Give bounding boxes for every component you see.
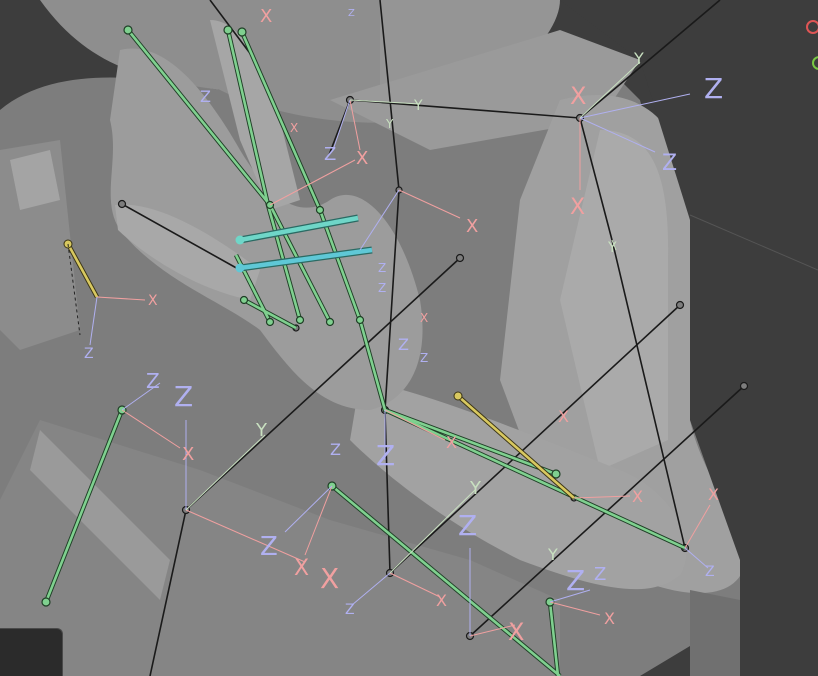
axis-y-label: Y: [547, 545, 558, 564]
axis-x-label: X: [570, 195, 585, 220]
axis-z-label: Z: [594, 564, 606, 585]
axis-z-label: Z: [146, 369, 160, 393]
axis-z-label: Z: [458, 509, 477, 542]
axis-x-label: X: [290, 121, 298, 135]
axis-y-label: Y: [385, 117, 394, 131]
axis-z-label: Z: [260, 532, 278, 562]
axis-y-label: Y: [255, 420, 268, 441]
axis-x-label: X: [508, 618, 524, 646]
axis-y-label: Y: [607, 240, 617, 256]
axis-z-label: Z: [174, 380, 193, 413]
axis-z-label: Z: [662, 151, 677, 176]
axis-y-label: Y: [633, 49, 644, 68]
axis-x-label: X: [148, 293, 158, 309]
axis-z-label: Z: [378, 281, 386, 295]
axis-z-label: Z: [420, 351, 428, 365]
axis-z-label: Z: [330, 440, 341, 459]
axis-z-label: Z: [324, 144, 336, 165]
axis-x-label: X: [182, 444, 194, 465]
axis-z-label: Z: [376, 439, 395, 472]
axis-x-label: X: [356, 148, 368, 169]
axis-x-label: X: [466, 216, 478, 237]
axis-x-label: X: [558, 407, 569, 426]
axis-y-label: Y: [469, 478, 482, 499]
axis-x-label: X: [320, 562, 339, 595]
axis-z-label: Z: [345, 602, 355, 618]
gizmo-x-circle-icon[interactable]: [806, 20, 818, 34]
viewport-corner-panel[interactable]: [0, 628, 63, 676]
axis-x-label: X: [294, 556, 309, 581]
viewport-scene[interactable]: Z Z Z Z Z Z Z Z Z Z Z Z Z Z Z Z Z Z Z Z: [0, 0, 818, 676]
axis-z-label: Z: [704, 72, 723, 105]
axis-x-label: X: [446, 433, 457, 452]
axis-x-label: X: [708, 485, 719, 504]
axis-z-label: Z: [705, 564, 715, 580]
axis-z-label: Z: [398, 335, 409, 354]
axis-z-label: Z: [200, 87, 211, 106]
axis-z-label: Z: [348, 8, 355, 19]
axis-x-label: X: [420, 311, 428, 325]
axis-x-label: X: [570, 82, 586, 110]
axis-x-label: X: [632, 487, 643, 506]
axis-x-label: X: [436, 591, 447, 610]
axis-x-label: X: [260, 6, 272, 27]
axis-x-label: X: [604, 609, 615, 628]
axis-y-label: Y: [413, 98, 423, 114]
3d-viewport[interactable]: Z Z Z Z Z Z Z Z Z Z Z Z Z Z Z Z Z Z Z Z: [0, 0, 818, 676]
axis-z-label: Z: [84, 346, 94, 362]
axis-z-label: Z: [378, 261, 386, 275]
axis-z-label: Z: [566, 564, 585, 597]
